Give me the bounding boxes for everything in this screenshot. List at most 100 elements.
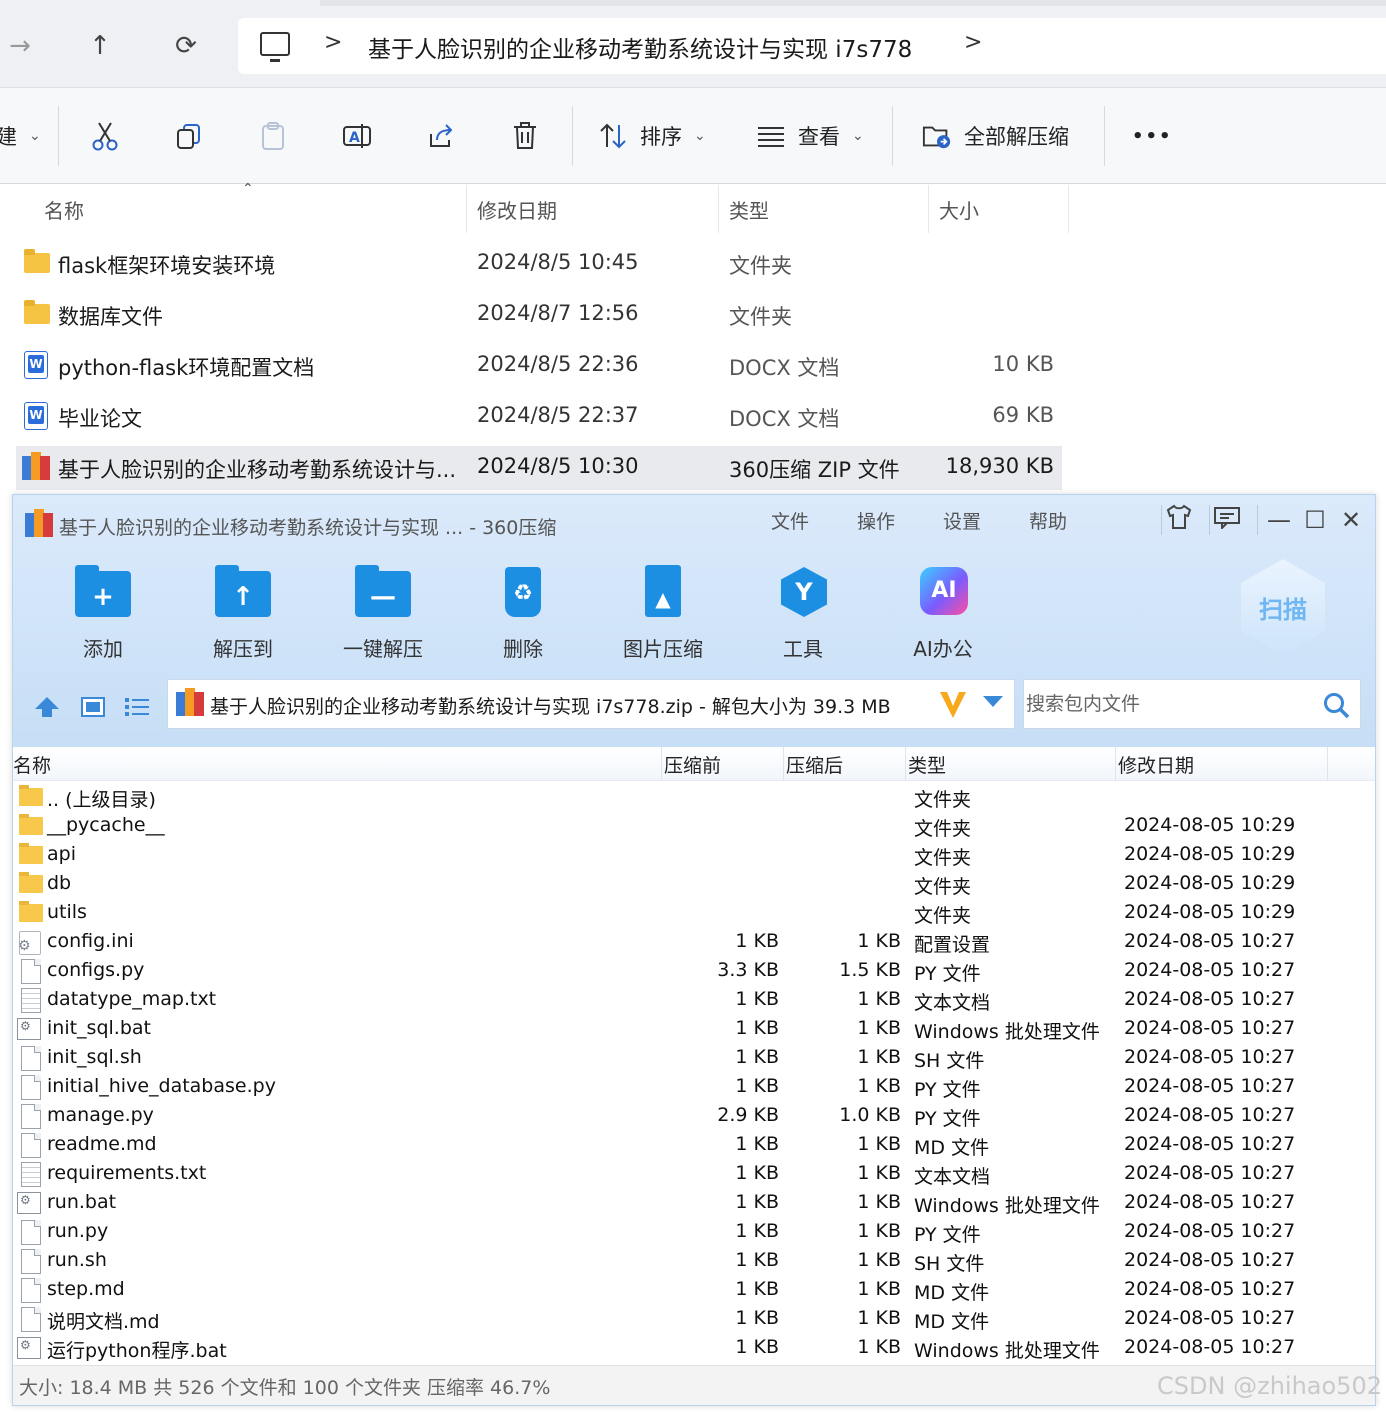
archive-row[interactable]: 说明文档.md 1 KB 1 KB MD 文件 2024-08-05 10:27	[13, 1305, 1375, 1334]
column-size[interactable]: 大小	[939, 195, 979, 224]
close-button[interactable]: ✕	[1333, 505, 1369, 535]
image-compress-button[interactable]: ▲ 图片压缩	[613, 565, 713, 661]
size-before: 1 KB	[735, 1191, 779, 1213]
delete-archive-item-button[interactable]: ♻ 删除	[473, 565, 573, 661]
column-divider[interactable]	[466, 185, 467, 233]
more-options-button[interactable]: •••	[1132, 118, 1173, 154]
add-button[interactable]: + 添加	[53, 565, 153, 661]
forward-button[interactable]: →	[2, 28, 38, 64]
column-divider[interactable]	[1068, 185, 1069, 233]
archive-row[interactable]: run.py 1 KB 1 KB PY 文件 2024-08-05 10:27	[13, 1218, 1375, 1247]
file-icon	[21, 1046, 41, 1071]
list-view-button[interactable]	[123, 695, 151, 719]
this-pc-icon[interactable]	[260, 32, 290, 62]
v-logo-icon[interactable]	[938, 688, 968, 724]
address-box[interactable]: > 基于人脸识别的企业移动考勤系统设计与实现 i7s778 >	[238, 18, 1386, 74]
share-button[interactable]	[426, 118, 456, 154]
archive-row[interactable]: __pycache__ 文件夹 2024-08-05 10:29	[13, 812, 1375, 841]
paste-button[interactable]	[258, 118, 288, 154]
arrow-up-icon	[35, 697, 59, 717]
extract-to-button[interactable]: ↑ 解压到	[193, 565, 293, 661]
file-name: flask框架环境安装环境	[58, 254, 276, 278]
archive-row[interactable]: init_sql.bat 1 KB 1 KB Windows 批处理文件 2024-08…	[13, 1015, 1375, 1044]
extract-folder-icon: ↑	[215, 565, 271, 619]
column-type[interactable]: 类型	[908, 751, 946, 778]
archive-search-box[interactable]	[1023, 679, 1361, 729]
archive-row[interactable]: configs.py 3.3 KB 1.5 KB PY 文件 2024-08-05 10…	[13, 957, 1375, 986]
delete-button[interactable]	[510, 118, 540, 154]
file-row[interactable]: 数据库文件 2024/8/7 12:56 文件夹	[16, 293, 1062, 337]
skin-button[interactable]	[1161, 504, 1197, 535]
maximize-button[interactable]: ☐	[1297, 505, 1333, 535]
archive-path-field[interactable]: 基于人脸识别的企业移动考勤系统设计与实现 i7s778.zip - 解包大小为 …	[167, 679, 1015, 729]
archive-row[interactable]: requirements.txt 1 KB 1 KB 文本文档 2024-08-05 1…	[13, 1160, 1375, 1189]
menu-file[interactable]: 文件	[771, 507, 809, 534]
file-row[interactable]: 毕业论文 2024/8/5 22:37 DOCX 文档 69 KB	[16, 395, 1062, 439]
feedback-button[interactable]	[1209, 505, 1245, 535]
svg-text:A: A	[349, 130, 360, 146]
extract-all-button[interactable]: 全部解压缩	[922, 118, 1069, 154]
scan-label: 扫描	[1259, 595, 1307, 624]
sort-button[interactable]: 排序 ⌄	[598, 118, 706, 154]
column-divider[interactable]	[1115, 747, 1116, 781]
column-divider[interactable]	[905, 747, 906, 781]
column-date[interactable]: 修改日期	[1118, 751, 1194, 778]
breadcrumb-separator[interactable]: >	[324, 30, 342, 55]
scan-button[interactable]: 扫描	[1241, 559, 1325, 655]
tools-button[interactable]: Y 工具	[753, 565, 853, 661]
column-divider[interactable]	[783, 747, 784, 781]
archive-row[interactable]: manage.py 2.9 KB 1.0 KB PY 文件 2024-08-05 10:…	[13, 1102, 1375, 1131]
breadcrumb-current-folder[interactable]: 基于人脸识别的企业移动考勤系统设计与实现 i7s778	[368, 30, 912, 64]
archive-row[interactable]: readme.md 1 KB 1 KB MD 文件 2024-08-05 10:27	[13, 1131, 1375, 1160]
archive-row[interactable]: run.bat 1 KB 1 KB Windows 批处理文件 2024-08-05 1…	[13, 1189, 1375, 1218]
file-row[interactable]: flask框架环境安装环境 2024/8/5 10:45 文件夹	[16, 242, 1062, 286]
column-type[interactable]: 类型	[729, 195, 769, 224]
size-after: 1 KB	[857, 930, 901, 952]
item-name: readme.md	[47, 1133, 157, 1155]
column-divider[interactable]	[928, 185, 929, 233]
copy-button[interactable]	[174, 118, 204, 154]
ai-office-button[interactable]: AI AI办公	[893, 565, 993, 661]
thumbnail-view-icon	[81, 697, 105, 717]
file-row[interactable]: python-flask环境配置文档 2024/8/5 22:36 DOCX 文…	[16, 344, 1062, 388]
new-button[interactable]: 建 ⌄	[0, 118, 41, 154]
up-button[interactable]: ↑	[82, 28, 118, 64]
breadcrumb-trail-chevron[interactable]: >	[964, 30, 982, 55]
view-button[interactable]: 查看 ⌄	[756, 118, 864, 154]
column-date[interactable]: 修改日期	[477, 195, 557, 224]
menu-help[interactable]: 帮助	[1029, 507, 1067, 534]
thumbnail-view-button[interactable]	[79, 695, 107, 719]
up-level-button[interactable]	[33, 695, 61, 719]
column-divider[interactable]	[661, 747, 662, 781]
menu-settings[interactable]: 设置	[943, 507, 981, 534]
column-size-after[interactable]: 压缩后	[786, 751, 843, 778]
file-icon	[21, 1278, 41, 1303]
refresh-button[interactable]: ⟳	[168, 28, 204, 64]
cut-button[interactable]	[90, 118, 120, 154]
column-size-before[interactable]: 压缩前	[664, 751, 721, 778]
search-icon[interactable]	[1322, 691, 1350, 723]
archive-row[interactable]: utils 文件夹 2024-08-05 10:29	[13, 899, 1375, 928]
rename-button[interactable]: A	[342, 118, 372, 154]
archive-row[interactable]: config.ini 1 KB 1 KB 配置设置 2024-08-05 10:27	[13, 928, 1375, 957]
one-click-extract-button[interactable]: — 一键解压	[333, 565, 433, 661]
archive-row[interactable]: datatype_map.txt 1 KB 1 KB 文本文档 2024-08-05 1…	[13, 986, 1375, 1015]
archive-row[interactable]: step.md 1 KB 1 KB MD 文件 2024-08-05 10:27	[13, 1276, 1375, 1305]
archive-row[interactable]: 运行python程序.bat 1 KB 1 KB Windows 批处理文件 2024-…	[13, 1334, 1375, 1363]
path-dropdown-arrow-icon[interactable]	[982, 694, 1004, 713]
archive-row[interactable]: initial_hive_database.py 1 KB 1 KB PY 文件 202…	[13, 1073, 1375, 1102]
file-size: 69 KB	[992, 403, 1054, 427]
archive-row[interactable]: init_sql.sh 1 KB 1 KB SH 文件 2024-08-05 10:27	[13, 1044, 1375, 1073]
archive-row[interactable]: .. (上级目录) 文件夹	[13, 783, 1375, 812]
archive-row[interactable]: db 文件夹 2024-08-05 10:29	[13, 870, 1375, 899]
column-divider[interactable]	[718, 185, 719, 233]
column-name[interactable]: 名称	[44, 195, 84, 224]
archive-row[interactable]: api 文件夹 2024-08-05 10:29	[13, 841, 1375, 870]
search-input[interactable]	[1024, 680, 1314, 728]
column-name[interactable]: 名称	[13, 751, 51, 778]
archive-row[interactable]: run.sh 1 KB 1 KB SH 文件 2024-08-05 10:27	[13, 1247, 1375, 1276]
file-row-selected[interactable]: 基于人脸识别的企业移动考勤系统设计与... 2024/8/5 10:30 360…	[16, 446, 1062, 490]
column-divider[interactable]	[1327, 747, 1328, 781]
minimize-button[interactable]: —	[1261, 505, 1297, 535]
menu-actions[interactable]: 操作	[857, 507, 895, 534]
